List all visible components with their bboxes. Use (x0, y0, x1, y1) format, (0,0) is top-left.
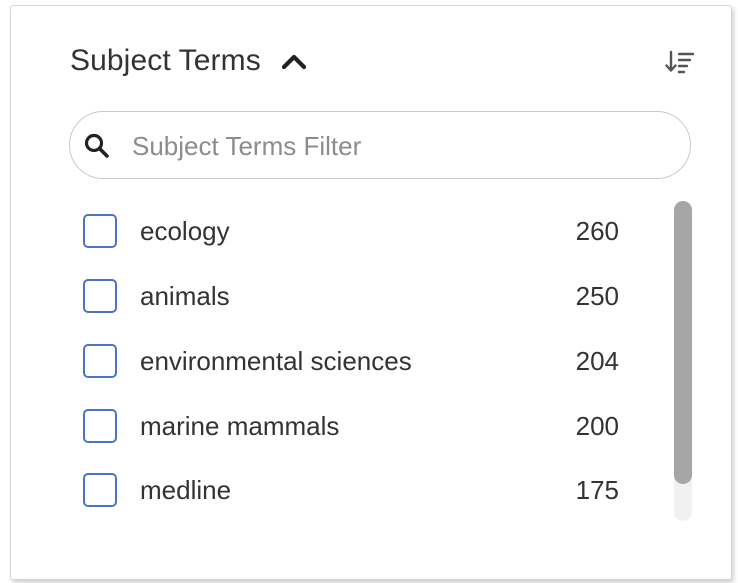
sort-button[interactable] (662, 46, 698, 82)
scrollbar-thumb[interactable] (674, 201, 692, 484)
term-checkbox[interactable] (83, 409, 117, 443)
term-count: 260 (575, 216, 619, 246)
subject-terms-facet-panel: Subject Terms Subject Terms Filter ecolo… (10, 5, 732, 580)
list-item[interactable]: ecology 260 (81, 200, 621, 264)
sort-descending-icon (665, 49, 695, 80)
term-label: marine mammals (140, 411, 340, 441)
chevron-up-icon[interactable] (279, 46, 309, 76)
term-count: 200 (575, 411, 619, 441)
term-count: 204 (575, 346, 619, 376)
term-label: environmental sciences (140, 346, 412, 376)
subject-terms-filter-input[interactable] (132, 124, 662, 168)
list-item[interactable]: animals 250 (81, 265, 621, 329)
term-checkbox[interactable] (83, 473, 117, 507)
subject-terms-search-box (69, 111, 691, 179)
term-label: medline (140, 475, 232, 505)
subject-terms-list: ecology 260 animals 250 environmental sc… (81, 200, 621, 530)
facet-header-toggle[interactable]: Subject Terms (70, 39, 309, 83)
list-item[interactable]: environmental sciences 204 (81, 330, 621, 394)
list-item[interactable]: medline 175 (81, 459, 621, 523)
term-label: animals (140, 281, 230, 311)
term-label: ecology (140, 216, 230, 246)
term-count: 250 (575, 281, 619, 311)
search-icon (84, 133, 110, 159)
term-count: 175 (575, 475, 619, 505)
list-item[interactable]: marine mammals 200 (81, 395, 621, 459)
term-checkbox[interactable] (83, 214, 117, 248)
term-checkbox[interactable] (83, 344, 117, 378)
facet-title: Subject Terms (70, 44, 261, 77)
term-checkbox[interactable] (83, 279, 117, 313)
list-scrollbar[interactable] (674, 201, 692, 521)
